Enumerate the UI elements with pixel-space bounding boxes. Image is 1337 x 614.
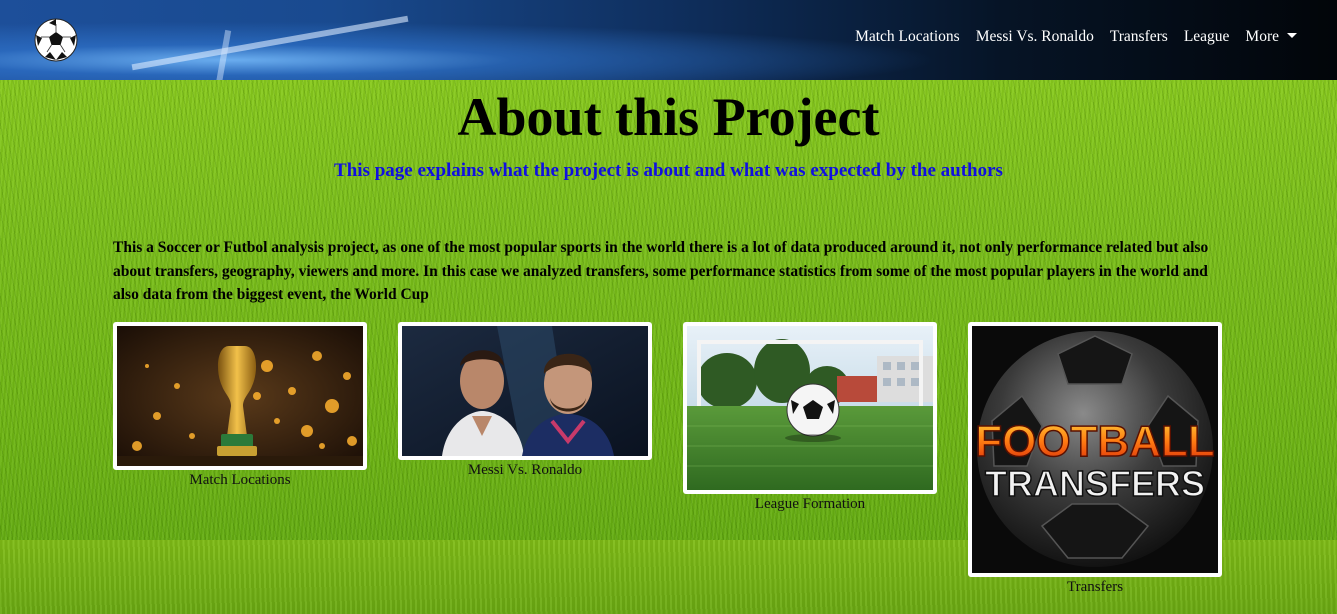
project-description: This a Soccer or Futbol analysis project… [113, 239, 1209, 303]
card-caption: Match Locations [189, 472, 291, 488]
card-image-frame[interactable] [398, 322, 652, 460]
card-transfers[interactable]: FOOTBALL TRANSFERS Transfers [968, 322, 1222, 596]
card-image-frame[interactable] [683, 322, 937, 494]
card-image-frame[interactable]: FOOTBALL TRANSFERS [968, 322, 1222, 577]
nav-links: Match Locations Messi Vs. Ronaldo Transf… [855, 28, 1297, 46]
card-caption: League Formation [754, 496, 866, 512]
card-caption: Messi Vs. Ronaldo [467, 462, 583, 478]
nav-link-match-locations[interactable]: Match Locations [855, 28, 960, 46]
soccer-ball-logo-icon[interactable] [34, 18, 78, 62]
goal-decoration [131, 15, 409, 71]
page-subtitle: This page explains what the project is a… [334, 160, 1003, 181]
card-caption: Transfers [1066, 579, 1124, 595]
football-transfers-logo-image: FOOTBALL TRANSFERS [972, 326, 1218, 573]
ball-on-field-image [687, 326, 933, 490]
nav-link-league[interactable]: League [1184, 28, 1230, 46]
page-title: About this Project [457, 87, 880, 147]
card-image-frame[interactable] [113, 322, 367, 470]
navbar: Match Locations Messi Vs. Ronaldo Transf… [0, 0, 1337, 80]
card-league-formation[interactable]: League Formation [683, 322, 937, 513]
nav-more-label: More [1245, 28, 1279, 45]
world-cup-trophy-image [117, 326, 363, 466]
chevron-down-icon [1287, 33, 1297, 38]
players-portrait-image [402, 326, 648, 456]
nav-dropdown-more[interactable]: More [1245, 28, 1297, 46]
logo-text-football: FOOTBALL [975, 417, 1215, 466]
logo-text-transfers: TRANSFERS [985, 463, 1205, 504]
nav-link-transfers[interactable]: Transfers [1110, 28, 1168, 46]
card-messi-vs-ronaldo[interactable]: Messi Vs. Ronaldo [398, 322, 652, 479]
nav-link-messi-vs-ronaldo[interactable]: Messi Vs. Ronaldo [976, 28, 1094, 46]
card-match-locations[interactable]: Match Locations [113, 322, 367, 489]
